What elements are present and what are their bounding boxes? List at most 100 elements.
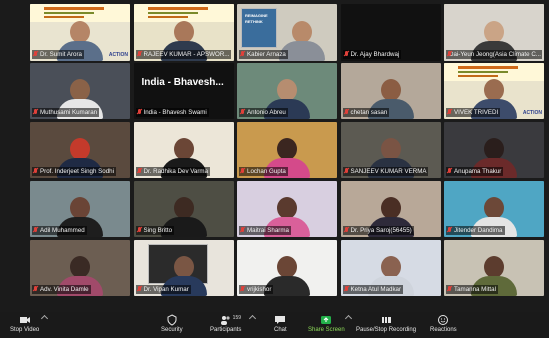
participant-tile[interactable]: Jitender Dandima — [444, 180, 544, 238]
action-tag: ACTION — [108, 51, 128, 58]
mic-muted-icon — [137, 109, 142, 116]
mic-muted-icon — [137, 286, 142, 293]
participant-name: chetan sasan — [342, 108, 390, 118]
participant-name-text: vrijkishor — [247, 286, 272, 294]
participant-name-text: VIVEK TRIVEDI — [454, 109, 499, 117]
participant-tile[interactable]: Adv. Vinita Damle — [30, 239, 130, 297]
participants-options-chevron-icon[interactable] — [248, 314, 257, 323]
participant-name-text: Lochan Gupta — [247, 168, 286, 176]
participant-tile[interactable]: vrijkishor — [237, 239, 337, 297]
participant-name: Dai-Yeun Jeong(Asia Climate C... — [446, 49, 542, 59]
participant-name: Prof. Inderjeet Singh Sodhi — [32, 167, 116, 177]
participant-tile[interactable]: Antonio Abreu — [237, 62, 337, 120]
participant-name: Dr. Vipan Kumar — [135, 285, 191, 295]
recording-icon — [380, 314, 392, 326]
participant-tile[interactable]: Anupama Thakur — [444, 121, 544, 179]
participant-grid: ACTION Dr. Sumit Arora RAJEEV KUMAR - AP… — [30, 4, 544, 297]
chat-icon — [274, 314, 286, 326]
mic-muted-icon — [33, 50, 38, 58]
reactions-label: Reactions — [430, 327, 457, 333]
participant-name-text: Adil Muhammed — [40, 227, 85, 235]
participant-tile[interactable]: SANJEEV KUMAR VERMA — [340, 121, 441, 179]
mic-muted-icon — [240, 227, 245, 234]
security-label: Security — [161, 327, 183, 333]
participant-name-text: chetan sasan — [350, 109, 388, 117]
mic-muted-icon — [137, 168, 142, 175]
participant-tile[interactable]: REIMAGINE RETHINK Kabier Arnaza — [237, 4, 337, 61]
participant-name: vrijkishor — [239, 285, 274, 295]
share-options-chevron-icon[interactable] — [344, 314, 353, 323]
participant-name: Antonio Abreu — [239, 108, 288, 118]
mic-muted-icon — [240, 109, 245, 116]
mic-muted-icon — [137, 227, 142, 234]
participant-tile[interactable]: RAJEEV KUMAR - APSWOR... — [133, 4, 234, 61]
participant-tile[interactable]: Ketna Atul Madkar — [340, 239, 441, 297]
mic-muted-icon — [137, 50, 142, 58]
shield-icon — [166, 314, 178, 326]
pause-stop-recording-button[interactable]: Pause/Stop Recording — [356, 314, 416, 333]
participant-name: RAJEEV KUMAR - APSWOR... — [135, 49, 232, 59]
mic-muted-icon — [33, 286, 38, 293]
participant-tile[interactable]: Prof. Inderjeet Singh Sodhi — [30, 121, 130, 179]
reimagine-poster: REIMAGINE RETHINK — [241, 8, 277, 48]
participant-name-text: Muthusami Kumaran — [40, 109, 98, 117]
video-options-chevron-icon[interactable] — [40, 314, 49, 323]
participant-tile[interactable]: Dr. Ajay Bhardwaj — [340, 4, 441, 61]
participant-name-text: Dr. Sumit Arora — [40, 50, 82, 58]
recording-label: Pause/Stop Recording — [356, 327, 417, 333]
chat-button[interactable]: Chat — [274, 314, 287, 333]
participant-name-text: Dr. Ajay Bhardwaj — [350, 50, 400, 58]
smiley-plus-icon — [437, 314, 449, 326]
active-speaker-tile[interactable]: Dai-Yeun Jeong(Asia Climate C... — [444, 4, 544, 61]
participant-tile[interactable]: Dr. Vipan Kumar — [133, 239, 234, 297]
participant-tile[interactable]: ACTION Dr. Sumit Arora — [30, 4, 130, 61]
participant-name-text: Dr. Radhika Dev Varma — [143, 168, 209, 176]
participant-name: Tamanna Mittal — [446, 285, 498, 295]
mic-muted-icon — [240, 286, 245, 293]
participant-name: Dr. Ajay Bhardwaj — [342, 49, 402, 59]
participant-name: Kabier Arnaza — [239, 49, 288, 59]
mic-muted-icon — [344, 286, 349, 293]
security-button[interactable]: Security — [161, 314, 183, 333]
participants-icon: 159 — [220, 314, 241, 326]
participant-name: SANJEEV KUMAR VERMA — [342, 167, 429, 177]
mic-muted-icon — [447, 168, 452, 175]
participant-tile[interactable]: Tamanna Mittal — [444, 239, 544, 297]
participant-name-text: Kabier Arnaza — [247, 50, 286, 58]
mic-muted-icon — [344, 50, 349, 58]
participant-tile[interactable]: chetan sasan — [340, 62, 441, 120]
stop-video-button[interactable]: Stop Video — [10, 314, 39, 333]
participants-label: Participants — [210, 327, 242, 333]
participant-name-text: Dai-Yeun Jeong(Asia Climate C... — [449, 50, 541, 58]
mic-muted-icon — [33, 109, 38, 116]
participant-tile[interactable]: Sing Britto — [133, 180, 234, 238]
participant-name-text: Sing Britto — [143, 227, 173, 235]
participant-tile[interactable]: Adil Muhammed — [30, 180, 130, 238]
share-screen-button[interactable]: Share Screen — [308, 314, 345, 333]
participant-name: Dr. Priya Saroj(56455) — [342, 226, 414, 236]
participant-tile[interactable]: Lochan Gupta — [237, 121, 337, 179]
participant-name: Anupama Thakur — [446, 167, 504, 177]
mic-muted-icon — [447, 286, 452, 293]
participant-tile[interactable]: ACTION VIVEK TRIVEDI — [444, 62, 544, 120]
participant-name: Dr. Sumit Arora — [32, 49, 84, 59]
participants-button[interactable]: 159 Participants — [210, 314, 241, 333]
mic-muted-icon — [240, 50, 245, 58]
participant-name: Adv. Vinita Damle — [32, 285, 91, 295]
video-gallery: ACTION Dr. Sumit Arora RAJEEV KUMAR - AP… — [0, 0, 549, 312]
reactions-button[interactable]: Reactions — [430, 314, 457, 333]
participant-name-text: RAJEEV KUMAR - APSWOR... — [143, 50, 230, 58]
participant-tile[interactable]: Muthusami Kumaran — [30, 62, 130, 120]
participant-tile[interactable]: Dr. Priya Saroj(56455) — [340, 180, 441, 238]
participant-tile[interactable]: India - Bhavesh... India - Bhavesh Swami — [133, 62, 234, 120]
mic-muted-icon — [344, 168, 349, 175]
participant-count: 159 — [232, 315, 242, 321]
stop-video-label: Stop Video — [10, 327, 40, 333]
participant-name: Adil Muhammed — [32, 226, 87, 236]
participant-tile[interactable]: Maitrai Sharma — [237, 180, 337, 238]
participant-name-text: Maitrai Sharma — [247, 227, 289, 235]
mic-muted-icon — [33, 168, 38, 175]
participant-tile[interactable]: Dr. Radhika Dev Varma — [133, 121, 234, 179]
mic-muted-icon — [447, 227, 452, 234]
meeting-toolbar: Stop Video Security 159 Participants Cha… — [0, 312, 549, 338]
